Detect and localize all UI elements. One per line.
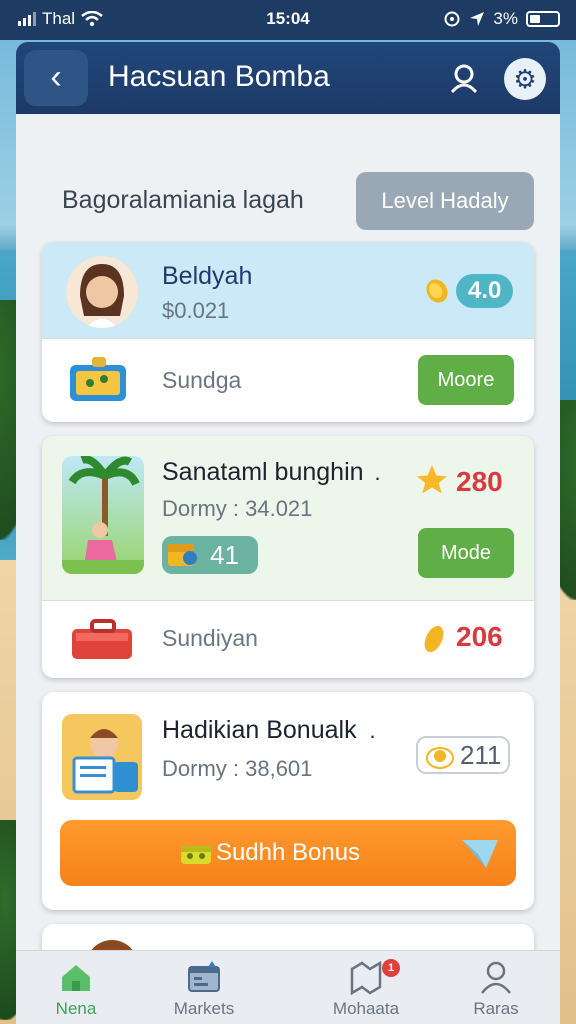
battery-percent: 3%: [493, 9, 518, 28]
coin-icon: [424, 625, 444, 653]
bonus-button[interactable]: Sudhh Bonus: [60, 820, 516, 886]
player-name-text: Sanataml bunghin: [162, 458, 364, 486]
nav-label: Nena: [55, 999, 97, 1018]
egg-icon: [426, 747, 454, 769]
player-balance: $0.021: [162, 298, 230, 323]
nav-label: Raras: [473, 999, 519, 1018]
map-icon: [350, 960, 382, 995]
nav-label: Mohaata: [332, 999, 400, 1018]
user-icon: [481, 961, 511, 994]
player-name: Hadikian Bonualk .: [162, 716, 376, 745]
star-icon: [417, 465, 447, 494]
chest-icon: [168, 544, 197, 566]
location-icon: [470, 12, 485, 26]
player-dormy: Dormy : 38,601: [162, 756, 313, 781]
avatar: [66, 256, 138, 328]
player-score: 280: [456, 466, 503, 497]
battery-icon: [526, 11, 560, 27]
player-pill: 211: [416, 736, 510, 774]
row-score: 206: [456, 621, 503, 652]
player-pill: 41: [162, 536, 258, 574]
player-badge: 4.0: [456, 274, 514, 308]
player-card-1: Beldyah $0.021 4.0 Sundga Moore: [42, 242, 534, 422]
pill-value: 211: [460, 740, 502, 770]
card-header: Sanataml bunghin . Dormy : 34.021 280 41…: [42, 436, 534, 600]
pill-value: 41: [210, 540, 239, 570]
avatar: [86, 940, 138, 950]
app-header: ‹ Hacsuan Bomba ⚙: [16, 42, 560, 114]
main-content: Bagoralamiania lagah Level Hadaly Beldya…: [16, 114, 560, 950]
nav-item-home[interactable]: Nena: [16, 951, 136, 1024]
gift-box-icon: [181, 846, 211, 864]
player-card-4: [42, 924, 534, 950]
section-title: Bagoralamiania lagah: [62, 186, 304, 214]
game-thumbnail: [62, 456, 144, 574]
status-right: 3%: [443, 9, 560, 29]
row-label: Sundga: [162, 367, 242, 393]
back-button[interactable]: ‹: [24, 50, 88, 106]
player-card-3: Hadikian Bonualk . Dormy : 38,601 211 Su…: [42, 692, 534, 910]
player-name: Beldyah: [162, 262, 253, 290]
notification-badge: 1: [382, 959, 400, 977]
row-label: Sundiyan: [162, 625, 258, 651]
toolbox-icon: [72, 619, 132, 659]
card-row: Sundga Moore: [42, 338, 534, 422]
card-row: Sundiyan 206: [42, 600, 534, 678]
user-icon[interactable]: [448, 62, 480, 94]
status-bar: Thal 15:04 3%: [0, 0, 576, 40]
player-name-suffix: .: [369, 718, 376, 743]
game-thumbnail: [62, 714, 142, 800]
settings-button[interactable]: ⚙: [504, 58, 546, 100]
player-card-2: Sanataml bunghin . Dormy : 34.021 280 41…: [42, 436, 534, 678]
page-title: Hacsuan Bomba: [108, 60, 330, 93]
card-header: Beldyah $0.021 4.0: [42, 242, 534, 338]
nav-label: Markets: [173, 999, 235, 1018]
tablet-icon: [70, 357, 126, 401]
send-icon: [462, 840, 498, 868]
calendar-icon: [188, 961, 220, 992]
mode-button[interactable]: Mode: [418, 528, 514, 578]
home-icon: [62, 965, 90, 991]
chevron-left-icon: ‹: [50, 58, 62, 96]
rotation-lock-icon: [444, 11, 460, 27]
player-dormy: Dormy : 34.021: [162, 496, 313, 521]
player-name-text: Hadikian Bonualk: [162, 716, 357, 744]
bottom-nav: Nena Markets 1 Mohaata Raras: [16, 950, 560, 1024]
nav-item-markets[interactable]: Markets: [144, 951, 264, 1024]
gear-icon: ⚙: [513, 64, 537, 94]
player-name: Sanataml bunghin .: [162, 458, 381, 487]
nav-item-mohaata[interactable]: 1 Mohaata: [306, 951, 426, 1024]
player-name-suffix: .: [374, 460, 381, 485]
moore-button[interactable]: Moore: [418, 355, 514, 405]
nav-item-raras[interactable]: Raras: [436, 951, 556, 1024]
coin-icon: [426, 279, 448, 303]
bonus-label: Sudhh Bonus: [215, 839, 361, 866]
level-button[interactable]: Level Hadaly: [356, 172, 534, 230]
